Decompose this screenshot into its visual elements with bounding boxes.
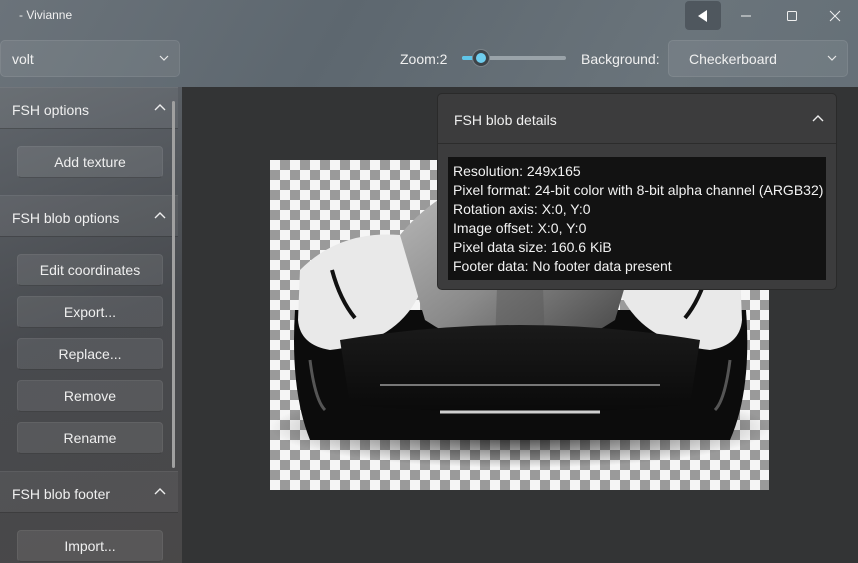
export-button[interactable]: Export... xyxy=(17,296,163,328)
add-texture-button[interactable]: Add texture xyxy=(17,146,163,178)
image-offset-text: Image offset: X:0, Y:0 xyxy=(453,220,587,236)
section-fsh-blob-options-header[interactable]: FSH blob options xyxy=(0,195,178,237)
chevron-down-icon xyxy=(159,55,169,61)
pixel-data-size-text: Pixel data size: 160.6 KiB xyxy=(453,239,612,255)
fsh-blob-details-header[interactable]: FSH blob details xyxy=(438,94,836,144)
minimize-button[interactable] xyxy=(723,0,769,32)
background-combobox-value: Checkerboard xyxy=(689,50,777,67)
chevron-up-icon xyxy=(154,104,166,111)
close-button[interactable] xyxy=(812,0,858,32)
app-window: - Vivianne volt Zoom:2 Background: Check… xyxy=(0,0,858,563)
file-combobox-value: volt xyxy=(12,50,34,67)
rename-button[interactable]: Rename xyxy=(17,422,163,454)
maximize-icon xyxy=(787,11,797,21)
file-combobox[interactable]: volt xyxy=(0,40,180,77)
sidebar: FSH options Add texture FSH blob options… xyxy=(0,87,182,563)
window-title: - Vivianne xyxy=(19,8,73,22)
remove-button[interactable]: Remove xyxy=(17,380,163,412)
import-button[interactable]: Import... xyxy=(17,530,163,562)
section-title: FSH options xyxy=(12,102,90,118)
replace-button[interactable]: Replace... xyxy=(17,338,163,370)
footer-data-text: Footer data: No footer data present xyxy=(453,258,672,274)
back-arrow-icon xyxy=(698,9,707,22)
chevron-up-icon xyxy=(812,115,824,122)
background-label: Background: xyxy=(581,51,660,67)
details-title: FSH blob details xyxy=(454,112,557,128)
section-fsh-options-header[interactable]: FSH options xyxy=(0,87,178,129)
maximize-button[interactable] xyxy=(769,0,815,32)
back-button[interactable] xyxy=(685,1,721,30)
background-combobox[interactable]: Checkerboard xyxy=(668,40,848,77)
zoom-label: Zoom:2 xyxy=(400,51,448,67)
sidebar-scrollbar[interactable] xyxy=(172,101,175,468)
fsh-blob-details-body: Resolution: 249x165 Pixel format: 24-bit… xyxy=(448,157,826,280)
zoom-slider-thumb[interactable] xyxy=(471,49,490,67)
title-bar[interactable]: - Vivianne xyxy=(0,0,858,32)
chevron-down-icon xyxy=(827,55,837,61)
minimize-icon xyxy=(741,15,751,17)
chevron-up-icon xyxy=(154,212,166,219)
resolution-text: Resolution: 249x165 xyxy=(453,163,581,179)
section-title: FSH blob footer xyxy=(12,486,111,502)
rotation-axis-text: Rotation axis: X:0, Y:0 xyxy=(453,201,591,217)
section-title: FSH blob options xyxy=(12,210,120,226)
edit-coordinates-button[interactable]: Edit coordinates xyxy=(17,254,163,286)
close-icon xyxy=(829,10,841,22)
pixel-format-text: Pixel format: 24-bit color with 8-bit al… xyxy=(453,182,824,198)
section-fsh-blob-footer-header[interactable]: FSH blob footer xyxy=(0,471,178,513)
chevron-up-icon xyxy=(154,488,166,495)
